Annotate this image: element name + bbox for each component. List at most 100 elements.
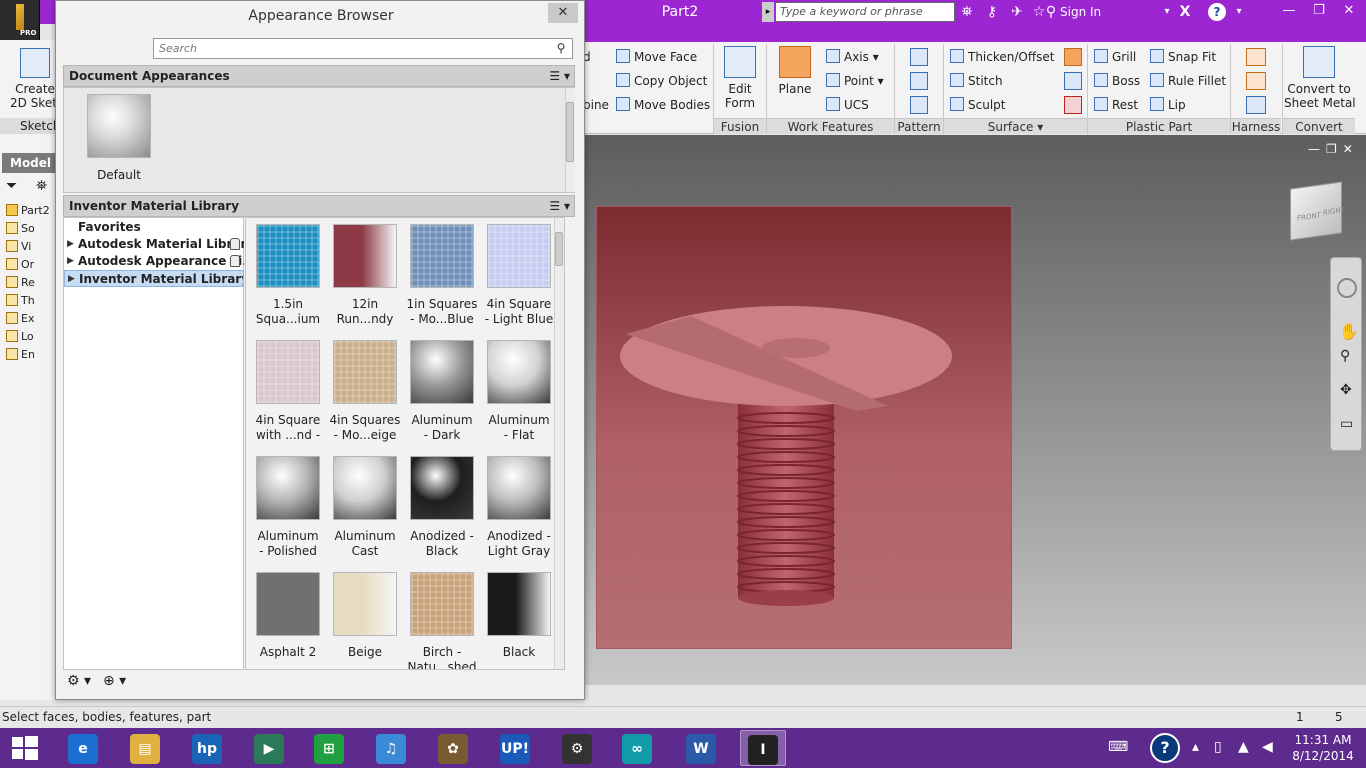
circular-pattern-icon[interactable] xyxy=(910,72,928,90)
appearance-swatch[interactable] xyxy=(410,224,474,288)
viewcube[interactable]: FRONT RIGHT xyxy=(1290,181,1345,241)
appearance-swatch[interactable] xyxy=(487,340,551,404)
trim-icon[interactable] xyxy=(1064,72,1082,90)
tree-node[interactable]: Re xyxy=(6,274,35,292)
appearance-swatch[interactable] xyxy=(256,224,320,288)
orbit-icon[interactable]: ✥ xyxy=(1340,382,1352,398)
binoculars-find-icon[interactable]: ⛯ xyxy=(36,178,47,194)
help-icon[interactable]: ? xyxy=(1208,3,1226,21)
rectangular-pattern-icon[interactable] xyxy=(910,48,928,66)
steering-wheel-icon[interactable] xyxy=(1337,278,1357,298)
appearance-swatch[interactable] xyxy=(333,572,397,636)
appearance-swatch[interactable] xyxy=(410,572,474,636)
axis-button[interactable]: Axis ▾ xyxy=(826,48,879,66)
tree-node[interactable]: Vi xyxy=(6,238,31,256)
thicken-offset-button[interactable]: Thicken/Offset xyxy=(950,48,1054,66)
dialog-title[interactable]: Appearance Browser xyxy=(56,1,586,31)
mirror-icon[interactable] xyxy=(910,96,928,114)
taskbar-app-itunes[interactable]: ♫ xyxy=(368,730,414,766)
search-icon[interactable]: ⚲ xyxy=(553,40,569,56)
harness-wire-icon[interactable] xyxy=(1246,48,1266,66)
search-expand-arrow-icon[interactable]: ▸ xyxy=(762,2,774,22)
appearance-swatch[interactable] xyxy=(333,456,397,520)
expand-arrow-icon[interactable]: ▶ xyxy=(68,271,75,286)
tree-node[interactable]: So xyxy=(6,220,35,238)
appearance-swatch[interactable] xyxy=(410,456,474,520)
restore-button[interactable]: ❐ xyxy=(1304,0,1334,22)
boss-button[interactable]: Boss xyxy=(1094,72,1140,90)
convert-to-sheet-metal-button[interactable]: Convert to Sheet Metal xyxy=(1284,46,1356,110)
tree-node[interactable]: En xyxy=(6,346,35,364)
dialog-close-button[interactable]: ✕ xyxy=(548,3,578,23)
network-icon[interactable]: ▲ xyxy=(1238,737,1249,757)
binoculars-icon[interactable]: ⛯ xyxy=(958,3,976,21)
view-options-menu-icon[interactable]: ☰ ▾ xyxy=(549,66,570,86)
appearance-swatch[interactable] xyxy=(256,340,320,404)
tree-node[interactable]: Part2 xyxy=(6,202,50,220)
taskbar-app-gimp[interactable]: ✿ xyxy=(430,730,476,766)
taskbar-app-ie[interactable]: e xyxy=(60,730,106,766)
lip-button[interactable]: Lip xyxy=(1150,96,1186,114)
library-item[interactable]: ▶ Autodesk Appearance Li... xyxy=(64,253,244,270)
appearance-swatch[interactable] xyxy=(256,572,320,636)
taskbar-app-explorer[interactable]: ▤ xyxy=(122,730,168,766)
minimize-button[interactable]: — xyxy=(1274,0,1304,22)
rule-fillet-button[interactable]: Rule Fillet xyxy=(1150,72,1226,90)
plane-button[interactable]: Plane xyxy=(772,46,818,96)
tree-node[interactable]: Or xyxy=(6,256,34,274)
harness-cable-icon[interactable] xyxy=(1246,72,1266,90)
help-tray-icon[interactable]: ? xyxy=(1150,733,1180,763)
taskbar-app-up[interactable]: UP! xyxy=(492,730,538,766)
delete-face-icon[interactable] xyxy=(1064,96,1082,114)
taskbar-clock[interactable]: 11:31 AM 8/12/2014 xyxy=(1286,732,1360,764)
viewport-window-controls[interactable]: —❐✕ xyxy=(1308,142,1362,158)
appearance-swatch[interactable] xyxy=(333,224,397,288)
sculpt-button[interactable]: Sculpt xyxy=(950,96,1005,114)
zoom-icon[interactable]: ⚲ xyxy=(1340,348,1350,364)
filter-icon[interactable]: ⏷ xyxy=(6,178,17,194)
point-button[interactable]: Point ▾ xyxy=(826,72,884,90)
help-dropdown-icon[interactable]: ▾ xyxy=(1230,3,1248,21)
swatch-grid-scrollbar[interactable] xyxy=(554,218,564,669)
move-bodies-button[interactable]: Move Bodies xyxy=(616,96,710,114)
taskbar-app-arduino[interactable]: ∞ xyxy=(614,730,660,766)
sign-in-dropdown-icon[interactable]: ▾ xyxy=(1158,3,1176,21)
sign-in-link[interactable]: Sign In xyxy=(1060,3,1101,21)
taskbar-app-word[interactable]: W xyxy=(678,730,724,766)
move-face-button[interactable]: Move Face xyxy=(616,48,697,66)
taskbar-app-steam[interactable]: ⚙ xyxy=(554,730,600,766)
settings-gear-icon[interactable]: ⚙ ▾ xyxy=(67,673,91,689)
application-menu-button[interactable]: PRO xyxy=(0,0,40,40)
show-hidden-icons[interactable]: ▴ xyxy=(1192,737,1199,757)
library-item[interactable]: Favorites xyxy=(64,219,244,236)
taskbar-app-video[interactable]: ▶ xyxy=(246,730,292,766)
appearance-swatch[interactable] xyxy=(256,456,320,520)
expand-arrow-icon[interactable]: ▶ xyxy=(67,253,74,270)
expand-arrow-icon[interactable]: ▶ xyxy=(67,236,74,253)
tree-node[interactable]: Lo xyxy=(6,328,34,346)
appearance-swatch[interactable] xyxy=(487,224,551,288)
satellite-icon[interactable]: ✈ xyxy=(1008,3,1026,21)
taskbar-app-inventor[interactable]: I xyxy=(740,730,786,766)
grill-button[interactable]: Grill xyxy=(1094,48,1136,66)
battery-icon[interactable]: ▯ xyxy=(1214,737,1222,757)
ucs-button[interactable]: UCS xyxy=(826,96,869,114)
taskbar-app-hp[interactable]: hp xyxy=(184,730,230,766)
library-item[interactable]: ▶ Autodesk Material Library xyxy=(64,236,244,253)
scrollbar-thumb[interactable] xyxy=(566,102,574,162)
close-window-button[interactable]: ✕ xyxy=(1334,0,1364,22)
tree-node[interactable]: Ex xyxy=(6,310,34,328)
pan-hand-icon[interactable]: ✋ xyxy=(1339,322,1359,341)
edit-form-button[interactable]: Edit Form xyxy=(718,46,762,110)
help-search-input[interactable]: Type a keyword or phrase xyxy=(775,2,955,22)
windows-start-icon[interactable] xyxy=(12,736,38,760)
create-2d-sketch-button[interactable]: Create 2D Sketch xyxy=(10,48,71,110)
default-appearance-swatch[interactable] xyxy=(87,94,151,158)
harness-segment-icon[interactable] xyxy=(1246,96,1266,114)
create-new-appearance-icon[interactable]: ⊕ ▾ xyxy=(103,673,126,689)
user-icon[interactable]: ⚲ xyxy=(1042,3,1060,21)
tree-node[interactable]: Th xyxy=(6,292,35,310)
library-item[interactable]: ▶ Inventor Material Library xyxy=(64,270,244,287)
document-appearances-scrollbar[interactable] xyxy=(565,88,575,192)
snap-fit-button[interactable]: Snap Fit xyxy=(1150,48,1216,66)
